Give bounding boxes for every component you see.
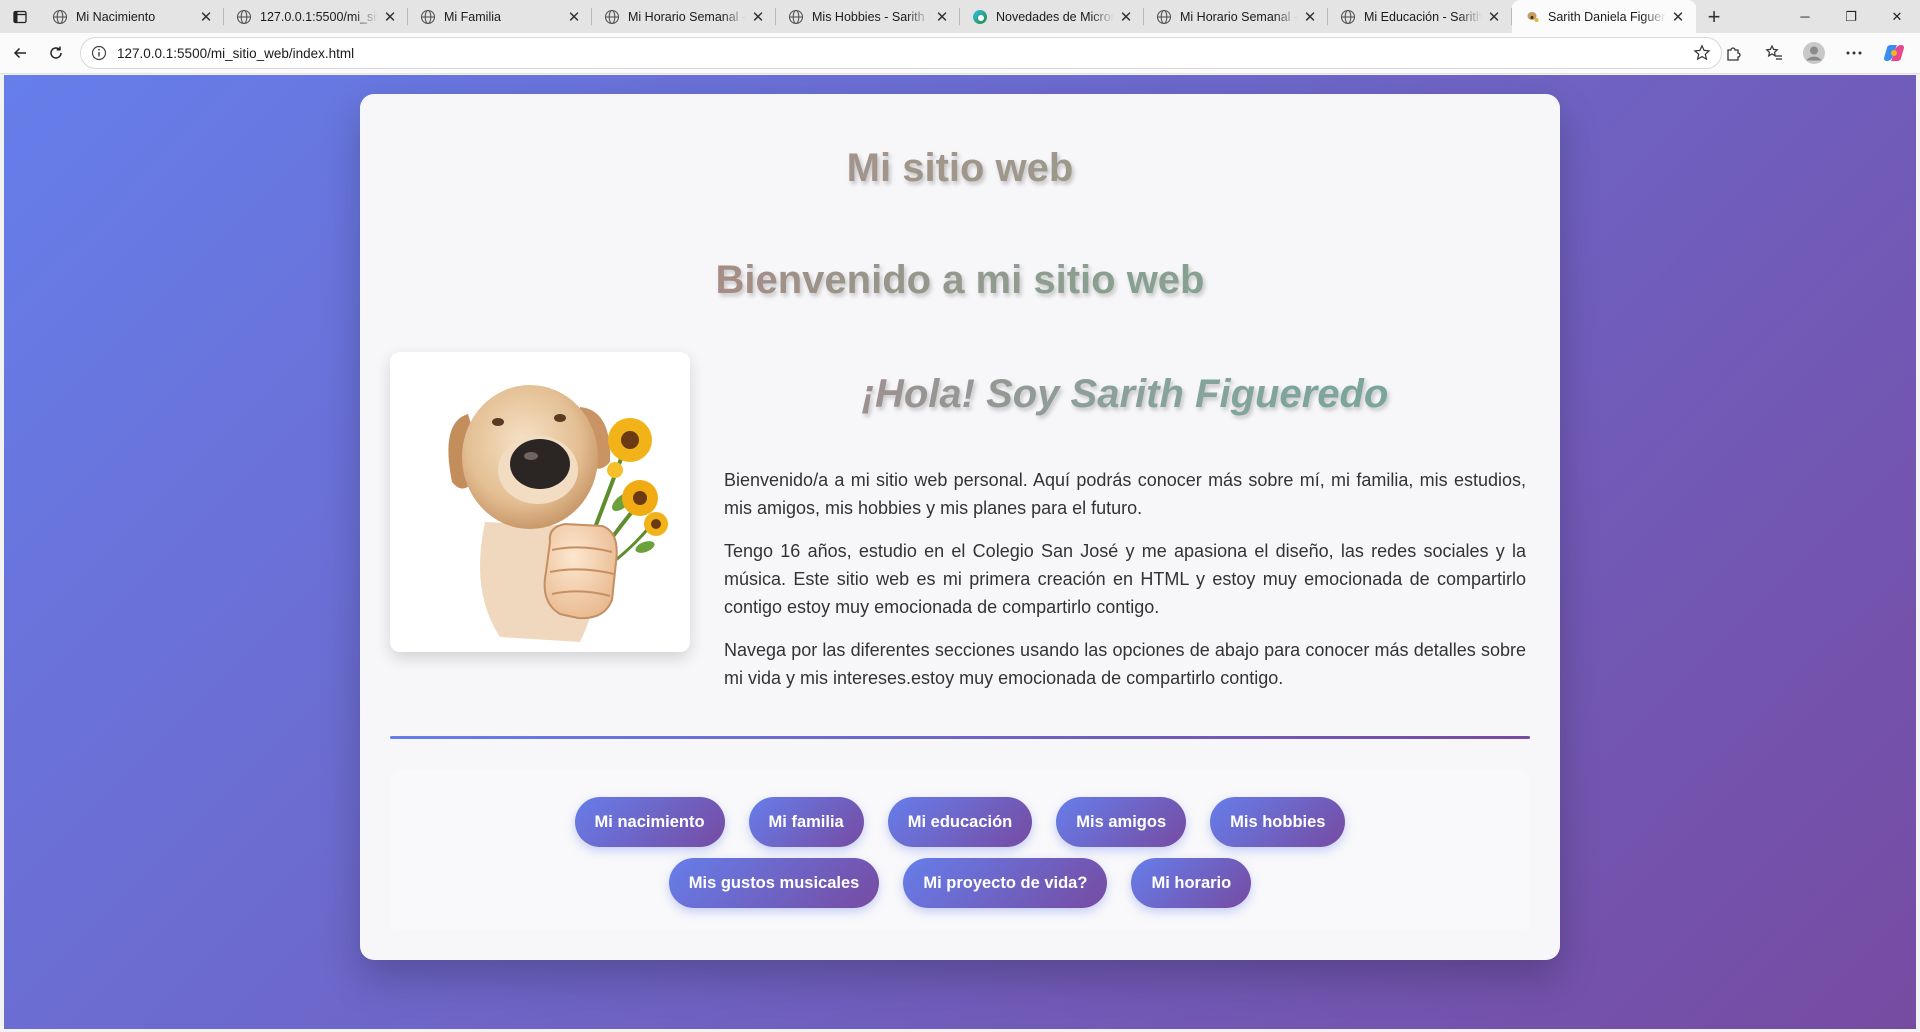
welcome-heading: Bienvenido a mi sitio web bbox=[360, 258, 1560, 303]
restore-button[interactable]: ❐ bbox=[1828, 0, 1874, 33]
nav-button-educacion[interactable]: Mi educación bbox=[887, 797, 1033, 847]
globe-icon bbox=[1340, 9, 1356, 24]
section-divider bbox=[390, 736, 1530, 739]
nav-button-amigos[interactable]: Mis amigos bbox=[1056, 797, 1187, 847]
puppy-with-sunflowers-image bbox=[448, 385, 668, 642]
extensions-button[interactable] bbox=[1714, 35, 1754, 71]
browser-tab[interactable]: Mis Hobbies - Sarith Daniela ✕ bbox=[776, 0, 960, 33]
tab-title: Mi Nacimiento bbox=[76, 9, 156, 24]
greeting-heading: ¡Hola! Soy Sarith Figueredo bbox=[690, 372, 1560, 417]
nav-button-horario[interactable]: Mi horario bbox=[1131, 858, 1252, 908]
globe-icon bbox=[604, 9, 620, 24]
tab-title: Novedades de Microsoft Edge bbox=[996, 9, 1114, 24]
back-button[interactable] bbox=[2, 35, 38, 71]
bio-paragraph: Bienvenido/a a mi sitio web personal. Aq… bbox=[724, 470, 1526, 518]
url-text: 127.0.0.1:5500/mi_sitio_web/index.html bbox=[117, 45, 355, 61]
close-icon[interactable]: ✕ bbox=[198, 9, 214, 26]
section-nav: Mi nacimiento Mi familia Mi educación Mi… bbox=[470, 797, 1450, 908]
tab-title: Sarith Daniela Figueredo bbox=[1548, 9, 1666, 24]
nav-button-proyecto-de-vida[interactable]: Mi proyecto de vida? bbox=[903, 858, 1108, 908]
browser-tab[interactable]: 127.0.0.1:5500/mi_sitio_web/ ✕ bbox=[224, 0, 408, 33]
favorites-list-icon bbox=[1765, 44, 1782, 60]
tab-title: Mi Educación - Sarith Daniela bbox=[1364, 9, 1482, 24]
bio-text: Bienvenido/a a mi sitio web personal. Aq… bbox=[724, 466, 1526, 707]
browser-tab[interactable]: Mi Familia ✕ bbox=[408, 0, 592, 33]
globe-icon bbox=[236, 9, 252, 24]
browser-tab-active[interactable]: Sarith Daniela Figueredo ✕ bbox=[1512, 0, 1696, 33]
section-nav-panel: Mi nacimiento Mi familia Mi educación Mi… bbox=[390, 770, 1530, 930]
edge-icon bbox=[973, 9, 987, 24]
puppy-favicon-icon bbox=[1527, 11, 1539, 22]
close-icon[interactable]: ✕ bbox=[1670, 9, 1686, 26]
close-icon[interactable]: ✕ bbox=[934, 9, 950, 26]
close-icon[interactable]: ✕ bbox=[382, 9, 398, 26]
avatar-icon bbox=[1803, 42, 1825, 64]
globe-icon bbox=[420, 9, 436, 24]
back-arrow-icon bbox=[13, 47, 26, 59]
tab-title: Mi Familia bbox=[444, 9, 501, 24]
copilot-button[interactable] bbox=[1874, 35, 1914, 71]
nav-button-hobbies[interactable]: Mis hobbies bbox=[1210, 797, 1346, 847]
nav-button-gustos-musicales[interactable]: Mis gustos musicales bbox=[668, 858, 880, 908]
close-window-button[interactable]: ✕ bbox=[1874, 0, 1920, 33]
tab-strip: Mi Nacimiento ✕ 127.0.0.1:5500/mi_sitio_… bbox=[0, 0, 1920, 33]
globe-icon bbox=[52, 9, 68, 24]
close-icon[interactable]: ✕ bbox=[1486, 9, 1502, 26]
favorite-star-icon[interactable] bbox=[1693, 44, 1711, 62]
browser-tab[interactable]: Mi Educación - Sarith Daniela ✕ bbox=[1328, 0, 1512, 33]
nav-button-familia[interactable]: Mi familia bbox=[748, 797, 864, 847]
nav-button-nacimiento[interactable]: Mi nacimiento bbox=[574, 797, 725, 847]
site-title: Mi sitio web bbox=[360, 146, 1560, 191]
favorites-button[interactable] bbox=[1754, 35, 1794, 71]
more-options-button[interactable] bbox=[1834, 35, 1874, 71]
bio-paragraph: Tengo 16 años, estudio en el Colegio San… bbox=[724, 541, 1526, 617]
profile-photo bbox=[390, 352, 690, 652]
tab-title: Mi Horario Semanal - Sarith bbox=[1180, 9, 1298, 24]
reload-button[interactable] bbox=[38, 35, 74, 71]
minimize-button[interactable]: ─ bbox=[1782, 0, 1828, 33]
more-dots-icon bbox=[1846, 51, 1862, 55]
tab-actions-button[interactable] bbox=[0, 0, 40, 33]
tab-title: Mi Horario Semanal - Sarith bbox=[628, 9, 746, 24]
site-info-icon bbox=[91, 45, 107, 61]
browser-tab[interactable]: Mi Horario Semanal - Sarith ✕ bbox=[1144, 0, 1328, 33]
browser-tab[interactable]: Mi Nacimiento ✕ bbox=[40, 0, 224, 33]
browser-tab[interactable]: Novedades de Microsoft Edge ✕ bbox=[960, 0, 1144, 33]
browser-tab[interactable]: Mi Horario Semanal - Sarith ✕ bbox=[592, 0, 776, 33]
content-card: Mi sitio web Bienvenido a mi sitio web ¡… bbox=[360, 94, 1560, 960]
tab-actions-icon bbox=[13, 10, 27, 23]
close-icon[interactable]: ✕ bbox=[1302, 9, 1318, 26]
window-controls: ─ ❐ ✕ bbox=[1782, 0, 1920, 33]
address-bar: 127.0.0.1:5500/mi_sitio_web/index.html bbox=[0, 33, 1920, 74]
close-icon[interactable]: ✕ bbox=[566, 9, 582, 26]
browser-toolbar bbox=[1714, 35, 1914, 71]
url-field[interactable]: 127.0.0.1:5500/mi_sitio_web/index.html bbox=[80, 37, 1722, 69]
extensions-puzzle-icon bbox=[1727, 47, 1741, 61]
page-viewport: Mi sitio web Bienvenido a mi sitio web ¡… bbox=[4, 75, 1916, 1029]
reload-icon bbox=[50, 46, 62, 59]
globe-icon bbox=[788, 9, 804, 24]
close-icon[interactable]: ✕ bbox=[1118, 9, 1134, 26]
copilot-icon bbox=[1884, 45, 1904, 61]
tab-title: 127.0.0.1:5500/mi_sitio_web/ bbox=[260, 9, 378, 24]
profile-button[interactable] bbox=[1794, 35, 1834, 71]
tab-title: Mis Hobbies - Sarith Daniela bbox=[812, 9, 930, 24]
close-icon[interactable]: ✕ bbox=[750, 9, 766, 26]
new-tab-button[interactable]: + bbox=[1696, 0, 1732, 33]
globe-icon bbox=[1156, 9, 1172, 24]
bio-paragraph: Navega por las diferentes secciones usan… bbox=[724, 640, 1526, 688]
